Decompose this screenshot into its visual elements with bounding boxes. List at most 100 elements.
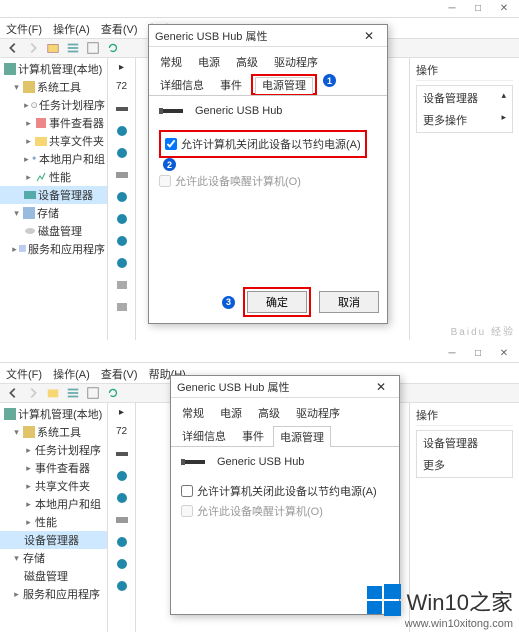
device-strip: ▸72 [108, 58, 136, 340]
watermark-url: www.win10xitong.com [367, 618, 513, 630]
tree-shared[interactable]: ▸共享文件夹 [0, 132, 107, 150]
actions-item[interactable]: 设备管理器▴ [423, 90, 506, 106]
usb-icon [115, 491, 129, 505]
keyboard-icon [115, 168, 129, 182]
allow-power-off-row[interactable]: 允许计算机关闭此设备以节约电源(A) [165, 134, 361, 154]
tree-svc[interactable]: ▸服务和应用程序 [0, 240, 107, 258]
dialog-title: Generic USB Hub 属性 [177, 379, 289, 395]
tree-storage[interactable]: ▾存储 [0, 204, 107, 222]
actions-more[interactable]: 更多 [423, 457, 506, 473]
list-icon[interactable] [66, 41, 80, 55]
allow-power-off-checkbox[interactable] [165, 138, 177, 150]
usb-icon [115, 212, 129, 226]
tree-shared[interactable]: ▸共享文件夹 [0, 477, 107, 495]
hub-icon [115, 102, 129, 116]
windows-logo-icon [367, 584, 401, 618]
menu-action[interactable]: 操作(A) [53, 369, 90, 381]
tree-disk[interactable]: 磁盘管理 [0, 567, 107, 585]
tree-devmgr[interactable]: 设备管理器 [0, 531, 107, 549]
forward-icon[interactable] [26, 41, 40, 55]
minimize-button[interactable]: ─ [441, 2, 463, 16]
tree-root[interactable]: 计算机管理(本地) [0, 60, 107, 78]
tab-power[interactable]: 电源 [213, 402, 249, 423]
tree-systools[interactable]: ▾系统工具 [0, 78, 107, 96]
tree-event[interactable]: ▸事件查看器 [0, 114, 107, 132]
dialog-close-button[interactable]: ✕ [357, 27, 381, 45]
watermark-brand: Win10之家 [407, 585, 513, 617]
disk-icon [115, 300, 129, 314]
tab-events[interactable]: 事件 [235, 425, 271, 446]
usb-icon [115, 535, 129, 549]
tree-users[interactable]: ▸本地用户和组 [0, 150, 107, 168]
tab-powermgmt[interactable]: 电源管理 [273, 426, 331, 447]
tree-systools[interactable]: ▾系统工具 [0, 423, 107, 441]
allow-wake-checkbox [181, 505, 193, 517]
tab-power[interactable]: 电源 [191, 51, 227, 72]
menu-view[interactable]: 查看(V) [101, 24, 138, 36]
back-icon[interactable] [6, 386, 20, 400]
tab-advanced[interactable]: 高级 [251, 402, 287, 423]
tab-powermgmt[interactable]: 电源管理 [255, 77, 313, 94]
tab-events[interactable]: 事件 [213, 74, 249, 95]
close-window-button[interactable]: ✕ [493, 347, 515, 361]
tab-general[interactable]: 常规 [175, 402, 211, 423]
tree-task[interactable]: ▸任务计划程序 [0, 96, 107, 114]
device-icon [159, 104, 185, 118]
refresh-icon[interactable] [106, 386, 120, 400]
tree-svc[interactable]: ▸服务和应用程序 [0, 585, 107, 603]
tree-storage[interactable]: ▾存储 [0, 549, 107, 567]
usb-icon [115, 124, 129, 138]
actions-item[interactable]: 设备管理器 [423, 435, 506, 451]
menu-action[interactable]: 操作(A) [53, 24, 90, 36]
allow-power-off-checkbox[interactable] [181, 485, 193, 497]
allow-power-off-label: 允许计算机关闭此设备以节约电源(A) [181, 136, 361, 152]
tree-sidebar: 计算机管理(本地) ▾系统工具 ▸任务计划程序 ▸事件查看器 ▸共享文件夹 ▸本… [0, 58, 108, 340]
tree-event[interactable]: ▸事件查看器 [0, 459, 107, 477]
device-icon [181, 455, 207, 469]
back-icon[interactable] [6, 41, 20, 55]
tree-users[interactable]: ▸本地用户和组 [0, 495, 107, 513]
usb-icon [115, 557, 129, 571]
dialog-titlebar: Generic USB Hub 属性 ✕ [171, 376, 399, 398]
dialog-close-button[interactable]: ✕ [369, 378, 393, 396]
allow-wake-row: 允许此设备唤醒计算机(O) [181, 501, 389, 521]
tab-advanced[interactable]: 高级 [229, 51, 265, 72]
folder-icon[interactable] [46, 41, 60, 55]
maximize-button[interactable]: □ [467, 2, 489, 16]
tree-root[interactable]: 计算机管理(本地) [0, 405, 107, 423]
properties-icon[interactable] [86, 386, 100, 400]
device-name: Generic USB Hub [217, 456, 304, 468]
refresh-icon[interactable] [106, 41, 120, 55]
usb-icon [115, 190, 129, 204]
minimize-button[interactable]: ─ [441, 347, 463, 361]
list-icon[interactable] [66, 386, 80, 400]
usb-icon [115, 579, 129, 593]
tree-devmgr[interactable]: 设备管理器 [0, 186, 107, 204]
tree-perf[interactable]: ▸性能 [0, 513, 107, 531]
dialog-title: Generic USB Hub 属性 [155, 28, 267, 44]
tab-driver[interactable]: 驱动程序 [267, 51, 325, 72]
close-window-button[interactable]: ✕ [493, 2, 515, 16]
maximize-button[interactable]: □ [467, 347, 489, 361]
tree-task[interactable]: ▸任务计划程序 [0, 441, 107, 459]
allow-power-off-row[interactable]: 允许计算机关闭此设备以节约电源(A) [181, 481, 389, 501]
forward-icon[interactable] [26, 386, 40, 400]
actions-more[interactable]: 更多操作▸ [423, 112, 506, 128]
tab-general[interactable]: 常规 [153, 51, 189, 72]
usb-icon [115, 146, 129, 160]
ok-button[interactable]: 确定 [247, 291, 307, 313]
tree-perf[interactable]: ▸性能 [0, 168, 107, 186]
properties-dialog: Generic USB Hub 属性 ✕ 常规 电源 高级 驱动程序 详细信息 … [148, 24, 388, 324]
tree-disk[interactable]: 磁盘管理 [0, 222, 107, 240]
tab-details[interactable]: 详细信息 [175, 425, 233, 446]
menu-file[interactable]: 文件(F) [6, 369, 42, 381]
actions-pane: 操作 设备管理器▴ 更多操作▸ [409, 58, 519, 340]
menu-file[interactable]: 文件(F) [6, 24, 42, 36]
cancel-button[interactable]: 取消 [319, 291, 379, 313]
menu-view[interactable]: 查看(V) [101, 369, 138, 381]
tab-details[interactable]: 详细信息 [153, 74, 211, 95]
actions-header: 操作 [416, 62, 513, 81]
folder-icon[interactable] [46, 386, 60, 400]
tab-driver[interactable]: 驱动程序 [289, 402, 347, 423]
properties-icon[interactable] [86, 41, 100, 55]
